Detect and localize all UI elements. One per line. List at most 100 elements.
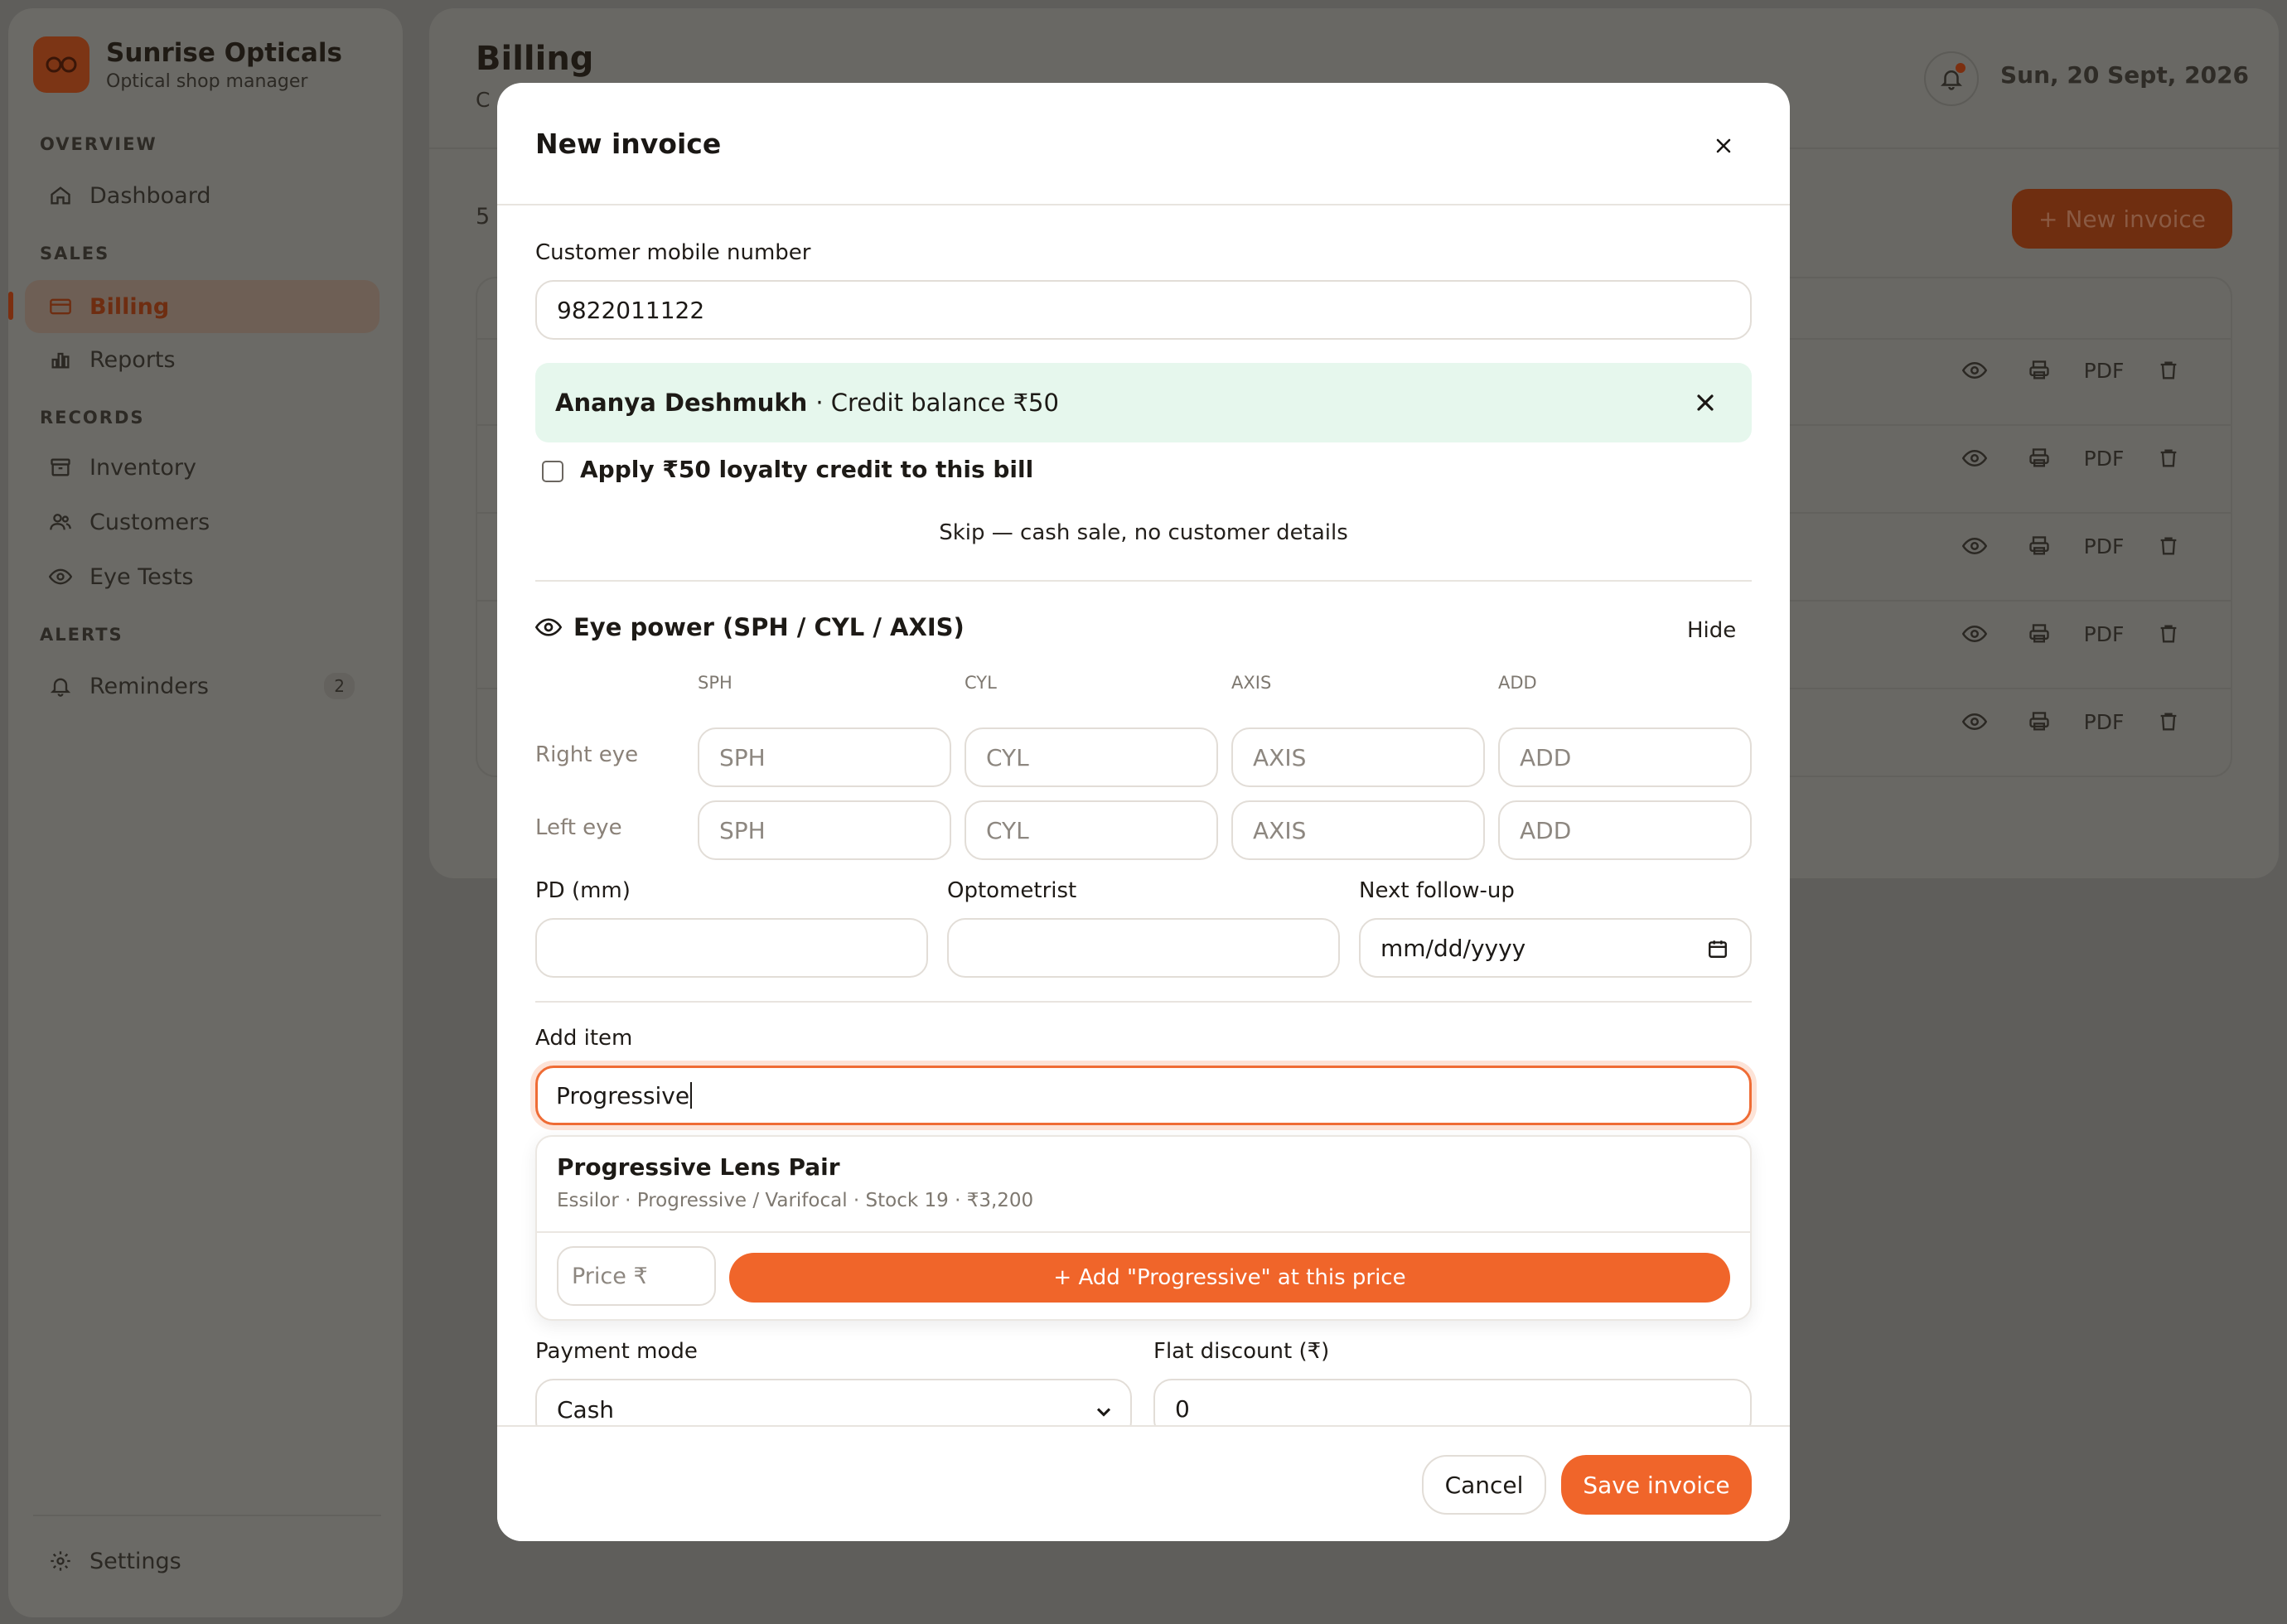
customer-found-banner: Ananya Deshmukh · Credit balance ₹50 [535,363,1752,442]
page-subtitle: C [476,88,491,112]
modal-header-divider [497,204,1790,205]
home-icon [48,183,73,208]
followup-date-input[interactable]: mm/dd/yyyy [1359,918,1752,978]
apply-credit-label[interactable]: Apply ₹50 loyalty credit to this bill [580,456,1033,483]
suggestion-title[interactable]: Progressive Lens Pair [557,1153,840,1181]
skip-customer-link[interactable]: Skip — cash sale, no customer details [497,520,1790,545]
view-icon[interactable] [1942,446,2007,471]
add-custom-item-button[interactable]: + Add "Progressive" at this price [729,1253,1730,1303]
right-axis-input[interactable]: AXIS [1231,727,1485,787]
sidebar-divider [33,1515,381,1516]
pdf-button[interactable]: PDF [2072,710,2136,734]
pd-label: PD (mm) [535,878,631,903]
custom-price-input[interactable]: Price ₹ [557,1246,716,1306]
right-sph-input[interactable]: SPH [698,727,951,787]
view-icon[interactable] [1942,709,2007,734]
brand-subtitle: Optical shop manager [106,70,308,92]
delete-icon[interactable] [2136,710,2201,733]
eye-icon [48,564,73,589]
item-suggestions-dropdown: Progressive Lens Pair Essilor · Progress… [535,1135,1752,1321]
sidebar-item-reminders[interactable]: Reminders 2 [25,660,380,713]
pdf-button[interactable]: PDF [2072,534,2136,558]
page-title: Billing [476,40,594,78]
apply-credit-checkbox[interactable] [542,461,563,482]
pdf-button[interactable]: PDF [2072,622,2136,646]
gear-icon [48,1549,73,1573]
sidebar-item-settings[interactable]: Settings [25,1535,380,1588]
left-sph-input[interactable]: SPH [698,800,951,860]
add-item-search-input[interactable]: Progressive [535,1066,1752,1125]
sidebar-item-billing[interactable]: Billing [25,280,380,333]
pdf-button[interactable]: PDF [2072,447,2136,471]
notification-dot [1956,63,1965,73]
optometrist-label: Optometrist [947,878,1077,903]
flat-discount-label: Flat discount (₹) [1153,1339,1330,1364]
save-invoice-button[interactable]: Save invoice [1561,1455,1752,1515]
payment-mode-value: Cash [557,1395,615,1423]
calendar-icon[interactable] [1707,938,1729,959]
optometrist-input[interactable] [947,918,1340,978]
close-icon [1716,138,1731,153]
hide-eye-power-button[interactable]: Hide [1687,618,1736,643]
sidebar-item-customers[interactable]: Customers [25,495,380,549]
nav-section-alerts: ALERTS [40,625,123,645]
pd-input[interactable] [535,918,928,978]
add-item-label: Add item [535,1026,633,1051]
row-actions: PDF [1942,709,2201,734]
print-icon[interactable] [2007,534,2072,558]
search-value: Progressive [556,1081,690,1109]
suggestion-details[interactable]: Essilor · Progressive / Varifocal · Stoc… [557,1190,1033,1211]
left-cyl-input[interactable]: CYL [965,800,1218,860]
col-head-cyl: CYL [965,673,997,693]
delete-icon[interactable] [2136,622,2201,645]
right-eye-label: Right eye [535,742,639,767]
right-add-input[interactable]: ADD [1498,727,1752,787]
pdf-button[interactable]: PDF [2072,359,2136,383]
sidebar-item-dashboard[interactable]: Dashboard [25,169,380,222]
notification-button[interactable] [1924,51,1979,106]
customer-credit: · Credit balance ₹50 [815,389,1059,417]
text-caret [690,1082,693,1109]
bar-chart-icon [48,347,73,372]
print-icon[interactable] [2007,622,2072,645]
new-invoice-button[interactable]: + New invoice [2012,189,2232,249]
delete-icon[interactable] [2136,534,2201,558]
card-icon [48,294,73,319]
close-icon [1697,394,1714,411]
view-icon[interactable] [1942,358,2007,383]
dropdown-divider [537,1231,1750,1233]
view-icon[interactable] [1942,534,2007,558]
left-axis-input[interactable]: AXIS [1231,800,1485,860]
sidebar-item-label: Settings [89,1548,181,1574]
eye-power-section-title: Eye power (SPH / CYL / AXIS) [535,613,965,641]
delete-icon[interactable] [2136,359,2201,382]
brand-logo-icon [33,36,89,93]
col-head-sph: SPH [698,673,733,693]
col-head-axis: AXIS [1231,673,1272,693]
active-indicator [8,292,13,320]
date-placeholder: mm/dd/yyyy [1380,934,1526,962]
header-date: Sun, 20 Sept, 2026 [2000,61,2250,89]
customer-name: Ananya Deshmukh [555,389,808,417]
modal-close-button[interactable] [1707,129,1740,162]
brand-name: Sunrise Opticals [106,37,343,68]
clear-customer-button[interactable] [1692,389,1719,416]
sidebar-item-label: Billing [89,293,170,320]
cancel-button[interactable]: Cancel [1422,1455,1546,1515]
right-cyl-input[interactable]: CYL [965,727,1218,787]
nav-section-overview: OVERVIEW [40,134,157,154]
view-icon[interactable] [1942,621,2007,646]
row-actions: PDF [1942,446,2201,471]
print-icon[interactable] [2007,359,2072,382]
print-icon[interactable] [2007,710,2072,733]
sidebar-item-label: Reports [89,346,176,373]
customer-mobile-input[interactable]: 9822011122 [535,280,1752,340]
sidebar-item-inventory[interactable]: Inventory [25,441,380,494]
print-icon[interactable] [2007,447,2072,470]
sidebar-item-reports[interactable]: Reports [25,333,380,386]
sidebar-item-eye-tests[interactable]: Eye Tests [25,550,380,603]
payment-mode-label: Payment mode [535,1339,698,1364]
row-actions: PDF [1942,534,2201,558]
delete-icon[interactable] [2136,447,2201,470]
left-add-input[interactable]: ADD [1498,800,1752,860]
